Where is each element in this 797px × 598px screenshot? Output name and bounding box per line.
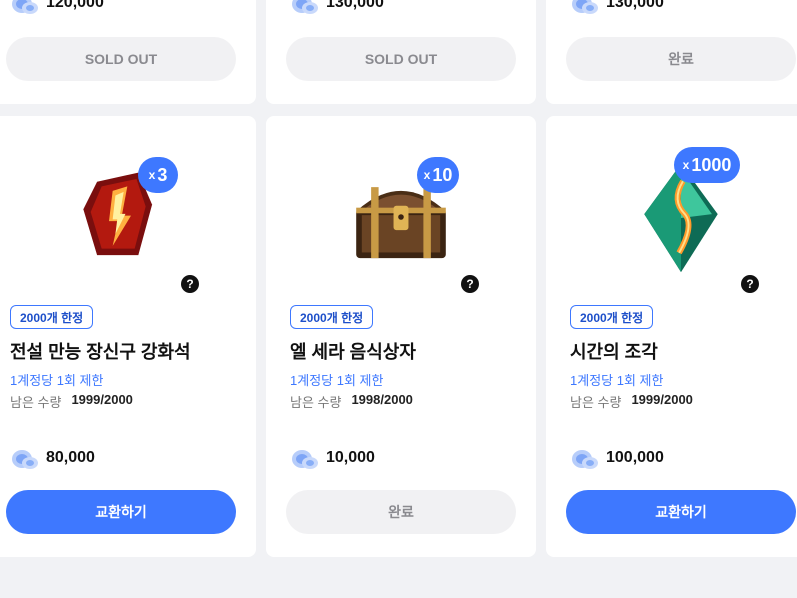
price: 120,000	[10, 0, 104, 16]
remaining-quantity: 남은 수량 1998/2000	[290, 392, 413, 411]
price-value: 130,000	[326, 0, 384, 11]
help-icon[interactable]: ?	[741, 275, 759, 293]
price-value: 130,000	[606, 0, 664, 11]
price-value: 120,000	[46, 0, 104, 11]
price: 130,000	[570, 0, 664, 16]
completed-button[interactable]: 완료	[566, 37, 796, 81]
price: 10,000	[290, 445, 375, 471]
remaining-label: 남은 수량	[570, 395, 622, 410]
limit-tag: 2000개 한정	[10, 305, 94, 329]
coin-icon	[12, 0, 38, 14]
limit-tag: 2000개 한정	[570, 305, 654, 329]
remaining-value: 1999/2000	[71, 392, 133, 407]
badge-count: 3	[157, 164, 168, 185]
price: 80,000	[10, 445, 95, 471]
coin-icon	[292, 0, 318, 14]
product-card: 120,000 SOLD OUT	[0, 0, 256, 104]
remaining-label: 남은 수량	[10, 395, 62, 410]
exchange-button[interactable]: 교환하기	[566, 490, 796, 534]
sold-out-button[interactable]: SOLD OUT	[6, 37, 236, 81]
price-value: 10,000	[326, 449, 375, 466]
completed-button[interactable]: 완료	[286, 490, 516, 534]
coin-icon	[572, 450, 598, 469]
price: 100,000	[570, 445, 664, 471]
price: 130,000	[290, 0, 384, 16]
exchange-button[interactable]: 교환하기	[6, 490, 236, 534]
help-icon[interactable]: ?	[181, 275, 199, 293]
remaining-quantity: 남은 수량 1999/2000	[570, 392, 693, 411]
coin-icon	[572, 0, 598, 14]
coin-icon	[12, 450, 38, 469]
remaining-quantity: 남은 수량 1999/2000	[10, 392, 133, 411]
item-name: 전설 만능 장신구 강화석	[10, 342, 191, 362]
limit-tag: 2000개 한정	[290, 305, 374, 329]
product-card: x 1000 ? 2000개 한정 시간의 조각 1계정당 1회 제한 남은 수…	[546, 116, 797, 557]
price-value: 100,000	[606, 449, 664, 466]
quantity-badge: x 1000	[674, 147, 740, 183]
badge-multiplier: x	[148, 168, 156, 182]
remaining-label: 남은 수량	[290, 395, 342, 410]
item-name: 시간의 조각	[570, 342, 658, 362]
remaining-value: 1999/2000	[631, 392, 693, 407]
coin-icon	[292, 450, 318, 469]
help-icon[interactable]: ?	[461, 275, 479, 293]
sold-out-button[interactable]: SOLD OUT	[286, 37, 516, 81]
per-account-limit: 1계정당 1회 제한	[290, 373, 384, 388]
product-card: 130,000 완료	[546, 0, 797, 104]
badge-count: 1000	[691, 154, 732, 175]
quantity-badge: x 3	[138, 157, 178, 193]
remaining-value: 1998/2000	[351, 392, 413, 407]
per-account-limit: 1계정당 1회 제한	[10, 373, 104, 388]
badge-multiplier: x	[423, 168, 431, 182]
badge-count: 10	[432, 164, 453, 185]
product-card: x 10 ? 2000개 한정 엘 세라 음식상자 1계정당 1회 제한 남은 …	[266, 116, 536, 557]
product-card: 130,000 SOLD OUT	[266, 0, 536, 104]
quantity-badge: x 10	[417, 157, 459, 193]
product-card: x 3 ? 2000개 한정 전설 만능 장신구 강화석 1계정당 1회 제한 …	[0, 116, 256, 557]
badge-multiplier: x	[682, 158, 690, 172]
price-value: 80,000	[46, 449, 95, 466]
item-name: 엘 세라 음식상자	[290, 342, 416, 362]
per-account-limit: 1계정당 1회 제한	[570, 373, 664, 388]
